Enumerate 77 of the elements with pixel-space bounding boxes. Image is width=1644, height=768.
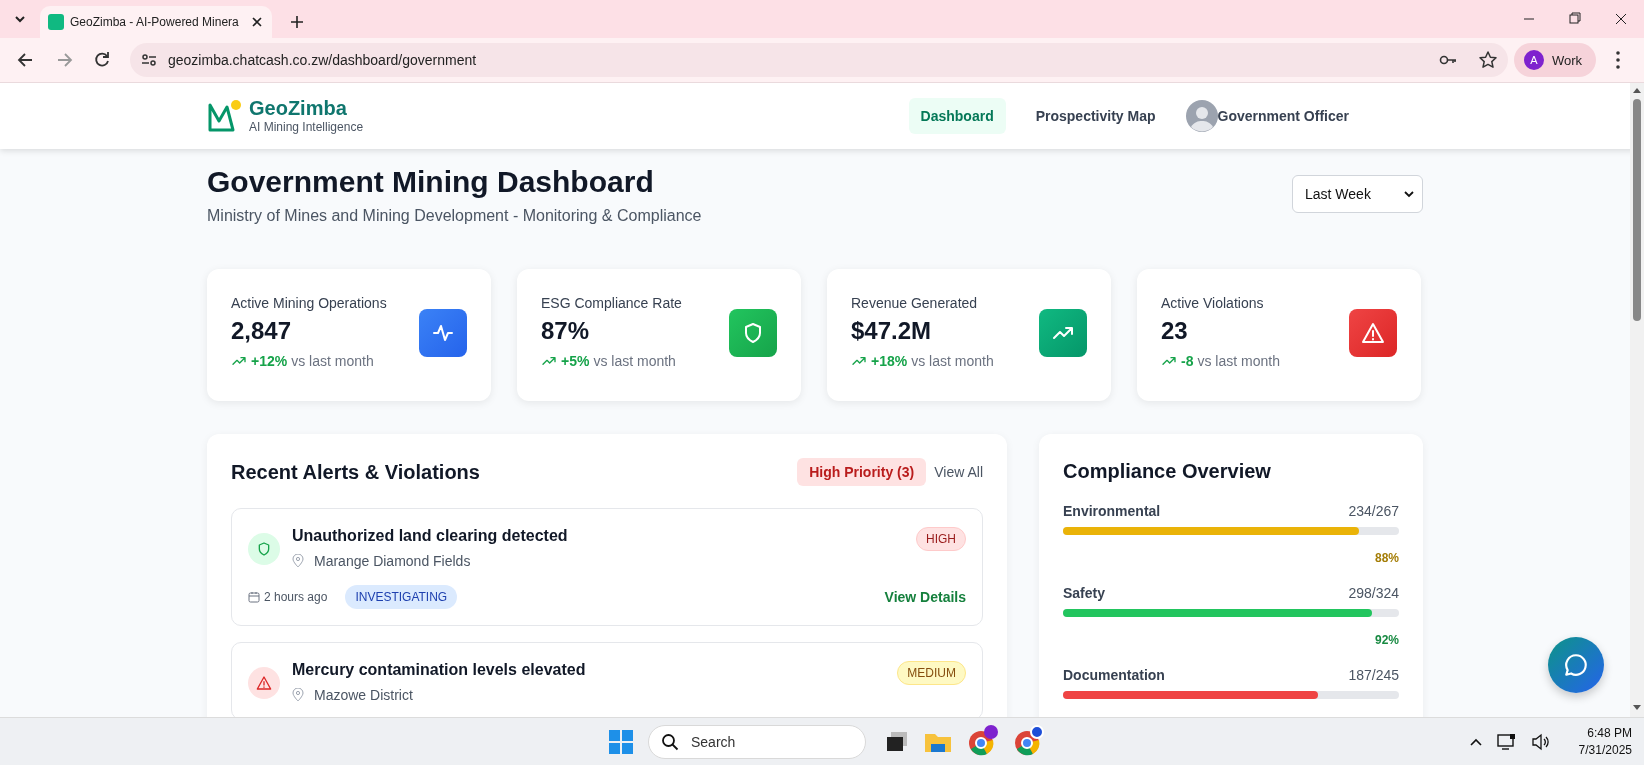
location-pin-icon [292, 554, 304, 568]
taskbar-search-field[interactable]: Search [648, 724, 866, 759]
stat-change: +5% [561, 353, 590, 369]
chevron-down-icon [1404, 190, 1414, 198]
panel-title: Recent Alerts & Violations [231, 460, 481, 484]
stat-change: +12% [251, 353, 288, 369]
chevron-up-icon[interactable] [1468, 736, 1483, 747]
period-dropdown[interactable]: Last Week [1292, 175, 1423, 213]
windows-start-icon[interactable] [608, 728, 634, 755]
alert-location: Mazowe District [314, 687, 413, 703]
stat-label: ESG Compliance Rate [541, 295, 683, 311]
stat-comparison: vs last month [593, 353, 676, 369]
severity-badge: MEDIUM [897, 661, 966, 685]
volume-icon[interactable] [1530, 732, 1551, 751]
site-favicon-icon [48, 14, 64, 30]
warning-tile-icon [1349, 309, 1397, 357]
site-settings-icon[interactable] [140, 51, 158, 69]
url-text: geozimba.chatcash.co.zw/dashboard/government [168, 52, 478, 68]
stat-value: $47.2M [851, 317, 933, 345]
chat-button[interactable] [1548, 637, 1604, 693]
stat-value: 87% [541, 317, 591, 345]
alert-title: Mercury contamination levels elevated [292, 661, 587, 679]
scrollbar[interactable] [1630, 83, 1644, 717]
status-badge: INVESTIGATING [345, 585, 458, 609]
chat-bubble-icon [1563, 652, 1589, 678]
browser-tab[interactable]: GeoZimba - AI-Powered Minera [40, 6, 272, 38]
shield-icon [248, 533, 280, 565]
page-subtitle: Ministry of Mines and Mining Development - Monitoring & Compliance [207, 207, 702, 225]
stat-comparison: vs last month [291, 353, 374, 369]
stat-comparison: vs last month [1197, 353, 1280, 369]
view-all-link[interactable]: View All [934, 464, 983, 480]
stat-value: 23 [1161, 317, 1189, 345]
compliance-category: Documentation [1063, 667, 1165, 683]
alert-location: Marange Diamond Fields [314, 553, 471, 569]
compliance-count: 298/324 [1348, 585, 1399, 601]
compliance-count: 187/245 [1348, 667, 1399, 683]
brand-tagline: AI Mining Intelligence [249, 120, 364, 134]
stat-change: +18% [871, 353, 908, 369]
priority-badge[interactable]: High Priority (3) [797, 458, 927, 486]
severity-badge: HIGH [916, 527, 966, 551]
close-icon[interactable] [250, 15, 264, 29]
activity-tile-icon [419, 309, 467, 357]
stat-change: -8 [1181, 353, 1194, 369]
nav-link[interactable]: Dashboard [908, 98, 1006, 134]
stat-label: Active Mining Operations [231, 295, 388, 311]
panel-title: Compliance Overview [1063, 460, 1272, 483]
stat-label: Revenue Generated [851, 295, 979, 311]
view-details-link[interactable]: View Details [884, 589, 966, 605]
clock-date: 7/31/2025 [1578, 741, 1632, 759]
brand-name: GeoZimba [249, 98, 348, 118]
page-title: Government Mining Dashboard [207, 165, 655, 199]
logo-icon [207, 99, 241, 133]
alert-time: 2 hours ago [264, 590, 328, 604]
location-pin-icon [292, 688, 304, 702]
network-icon[interactable] [1496, 732, 1517, 751]
compliance-category: Environmental [1063, 503, 1161, 519]
calendar-icon [248, 591, 260, 603]
shield-tile-icon [729, 309, 777, 357]
profile-button[interactable]: A Work [1513, 43, 1596, 77]
compliance-category: Safety [1063, 585, 1106, 601]
new-tab-icon[interactable] [290, 15, 304, 29]
clock-time: 6:48 PM [1586, 724, 1632, 742]
nav-link[interactable]: Prospectivity Map [1023, 98, 1168, 134]
warning-icon [248, 667, 280, 699]
address-bar[interactable]: geozimba.chatcash.co.zw/dashboard/government [130, 43, 1508, 77]
stat-label: Active Violations [1161, 295, 1265, 311]
search-icon [661, 732, 679, 751]
star-icon[interactable] [1477, 50, 1498, 70]
user-name[interactable]: Government Officer [1217, 108, 1349, 124]
alert-title: Unauthorized land clearing detected [292, 527, 569, 545]
tab-title: GeoZimba - AI-Powered Minera [70, 15, 240, 29]
compliance-percent: 92% [1373, 633, 1399, 647]
compliance-percent: 88% [1373, 551, 1399, 565]
stat-comparison: vs last month [911, 353, 994, 369]
trend-tile-icon [1039, 309, 1087, 357]
compliance-count: 234/267 [1348, 503, 1399, 519]
stat-value: 2,847 [231, 317, 293, 345]
